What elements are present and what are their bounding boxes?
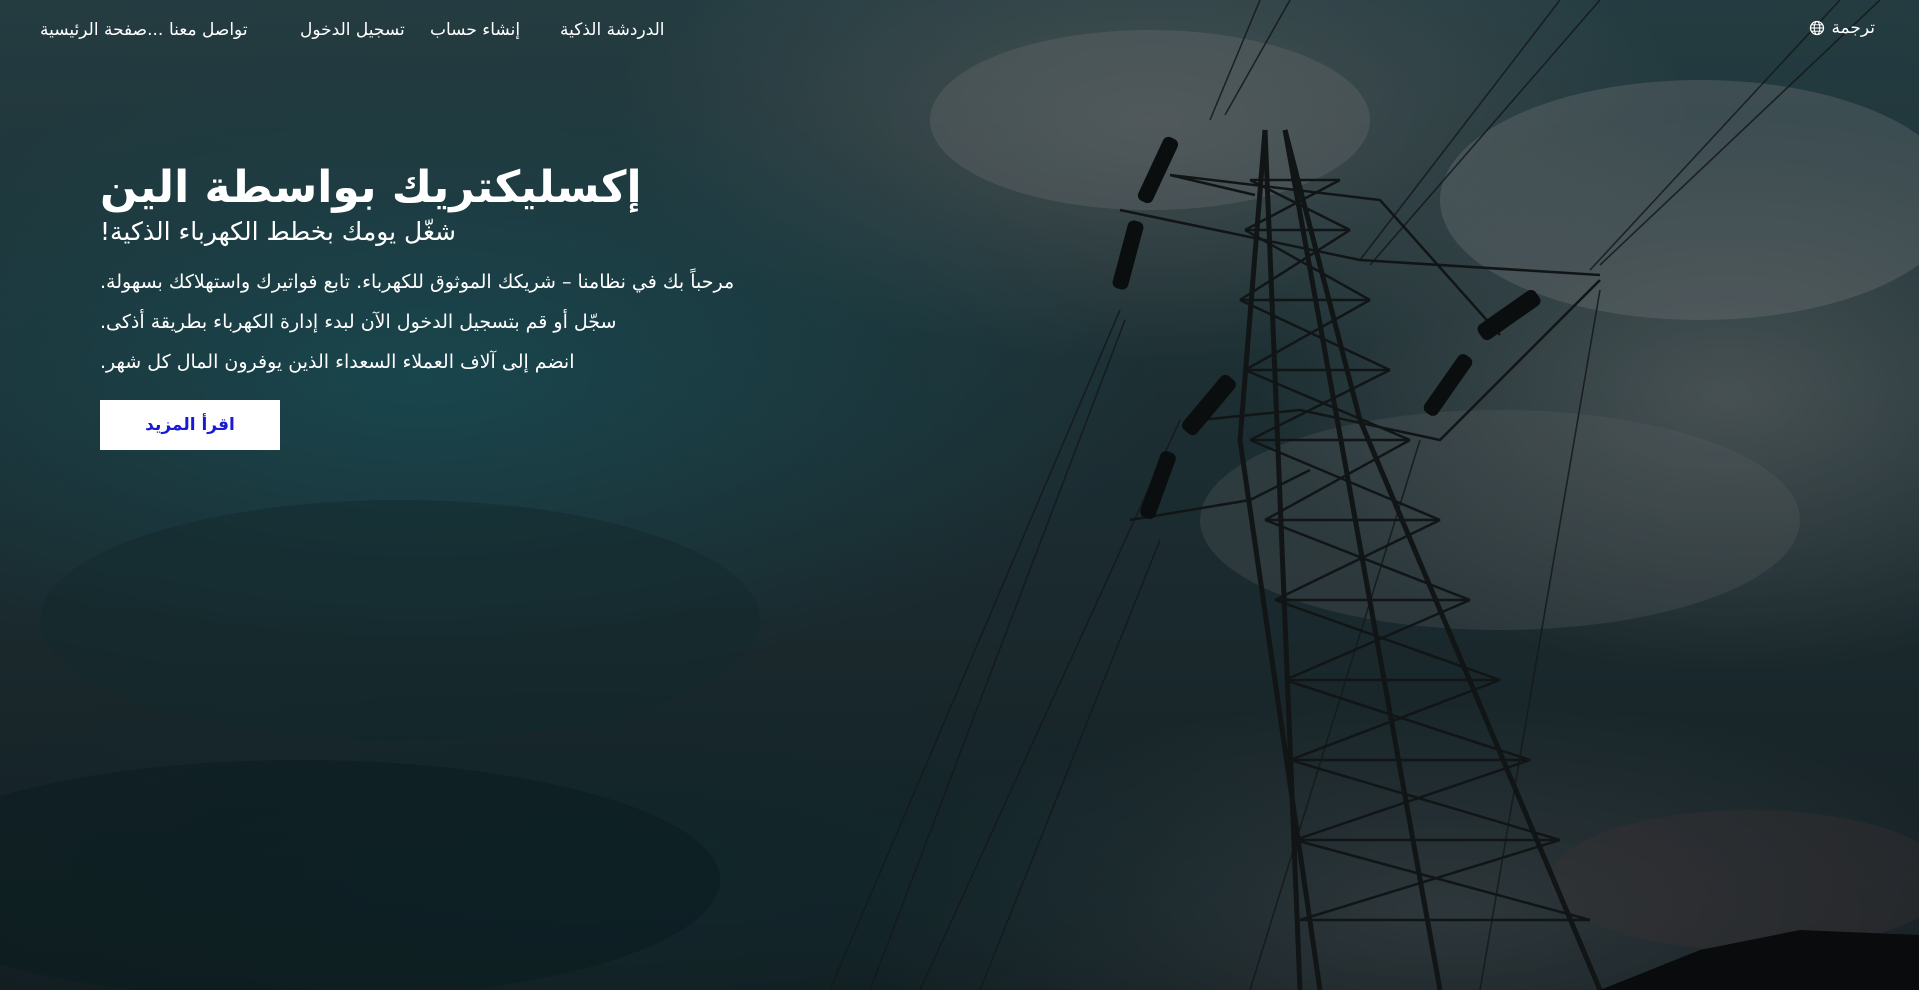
hero-paragraph-3: انضم إلى آلاف العملاء السعداء الذين يوفر… [100, 351, 575, 373]
read-more-button[interactable]: اقرأ المزيد [100, 400, 280, 450]
translate-label: ترجمة [1831, 18, 1875, 38]
nav-home-link[interactable]: صفحة الرئيسية... [40, 20, 163, 40]
hero-section: صفحة الرئيسية... تواصل معنا تسجيل الدخول… [0, 0, 1919, 990]
globe-icon [1810, 20, 1825, 36]
nav-smart-chat-link[interactable]: الدردشة الذكية [560, 20, 665, 40]
nav-register-link[interactable]: إنشاء حساب [430, 20, 520, 40]
nav-contact-link[interactable]: تواصل معنا [169, 20, 248, 40]
nav-login-link[interactable]: تسجيل الدخول [300, 20, 405, 40]
top-navigation: صفحة الرئيسية... تواصل معنا تسجيل الدخول… [0, 0, 1919, 62]
translate-button[interactable]: ترجمة [1809, 18, 1875, 38]
hero-subtitle: شغّل يومك بخطط الكهرباء الذكية! [100, 217, 456, 246]
hero-paragraph-1: مرحباً بك في نظامنا – شريكك الموثوق للكه… [100, 271, 735, 293]
hero-paragraph-2: سجّل أو قم بتسجيل الدخول الآن لبدء إدارة… [100, 311, 617, 333]
hero-content: إكسليكتريك بواسطة الين شغّل يومك بخطط ال… [100, 160, 820, 382]
dark-overlay [0, 0, 1919, 990]
hero-title: إكسليكتريك بواسطة الين [100, 162, 642, 213]
